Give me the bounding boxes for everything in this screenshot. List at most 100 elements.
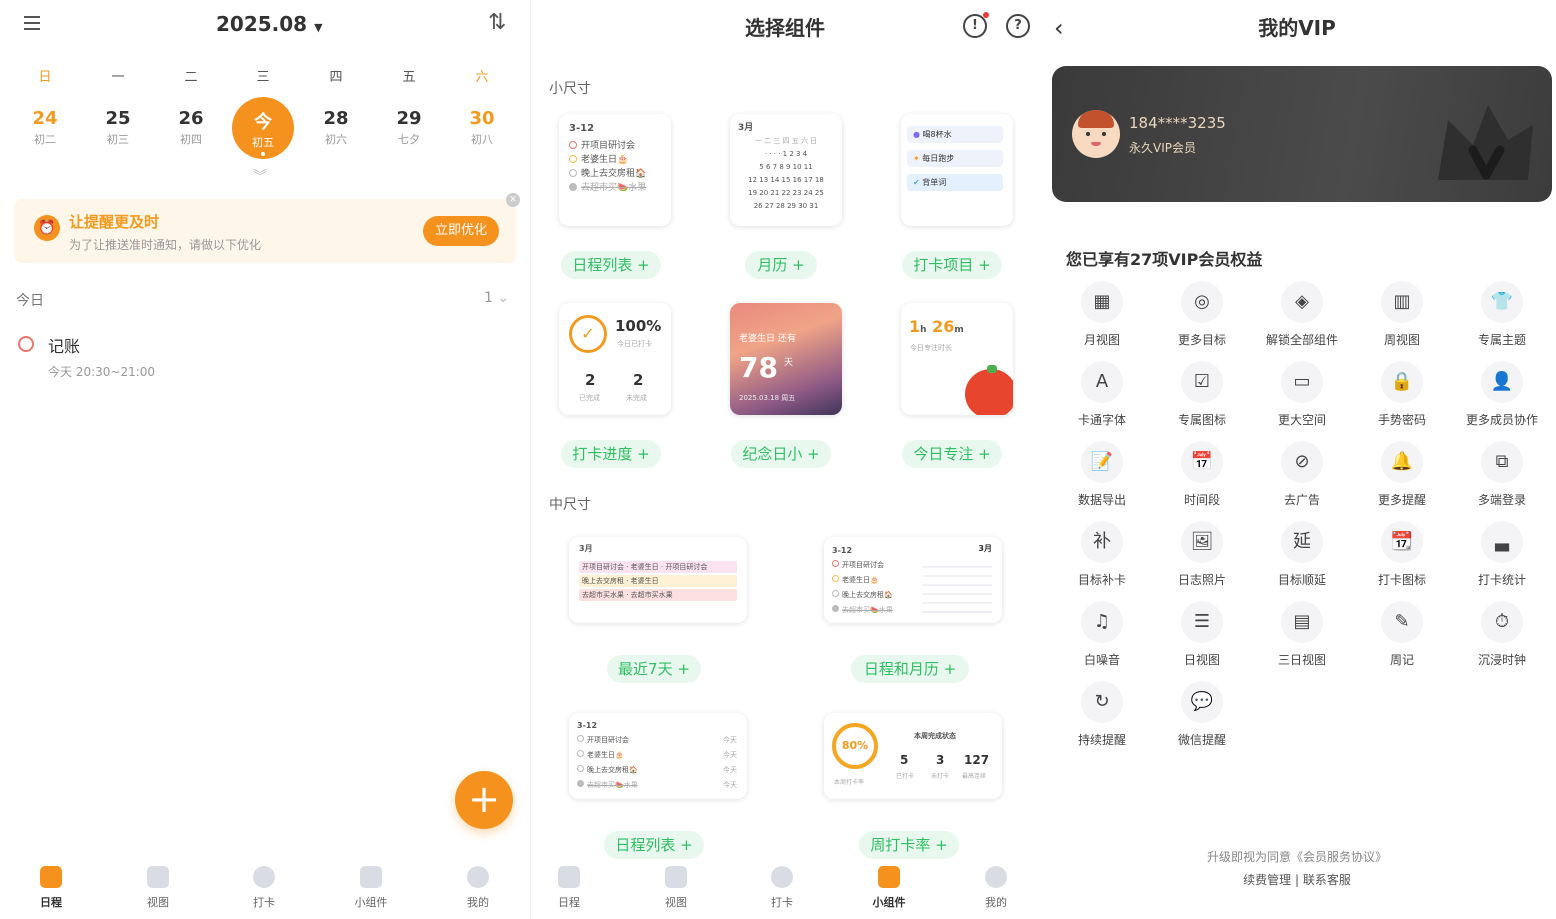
benefit-week-view[interactable]: ▥ 周视图 — [1352, 281, 1452, 348]
benefit-more-reminders[interactable]: 🔔 更多提醒 — [1352, 441, 1452, 508]
benefit-label: 周视图 — [1383, 333, 1420, 347]
task-title[interactable]: 记账 — [48, 333, 80, 357]
benefit-gesture-password[interactable]: 🔒 手势密码 — [1352, 361, 1452, 428]
benefit-weekly-journal[interactable]: ✎ 周记 — [1352, 601, 1452, 668]
add-widget-button[interactable]: 周打卡率 + — [859, 831, 959, 859]
tab-view[interactable]: 视图 — [123, 866, 193, 910]
benefit-cartoon-font[interactable]: A 卡通字体 — [1052, 361, 1152, 428]
tab-schedule[interactable]: 日程 — [16, 866, 86, 910]
schedule-icon — [40, 866, 62, 888]
widget-preview-schedule-medium[interactable]: 3-12 开项目研讨会 今天 老婆生日🎂 今天 晚上去交房租🏠 今天 去超市买🍉水果今… — [569, 713, 747, 799]
add-widget-button[interactable]: 日程和月历 + — [851, 655, 969, 683]
tab-widget[interactable]: 小组件 — [336, 866, 406, 910]
benefit-exclusive-theme[interactable]: 👕 专属主题 — [1452, 281, 1552, 348]
schedule-icon — [558, 866, 580, 888]
menu-icon[interactable] — [18, 12, 42, 34]
expand-chevron-icon[interactable]: ︾ — [253, 166, 273, 185]
weekday-fri: 五 — [402, 70, 416, 85]
day-cell-today[interactable]: 今初五 — [232, 97, 294, 159]
benefit-checkin-stats[interactable]: ▃ 打卡统计 — [1452, 521, 1552, 588]
benefit-label: 更大空间 — [1277, 413, 1326, 427]
add-widget-button[interactable]: 打卡进度 + — [561, 440, 661, 468]
benefit-day-view[interactable]: ☰ 日视图 — [1152, 601, 1252, 668]
sort-icon[interactable]: ⇅ — [488, 10, 506, 35]
alert-icon[interactable]: ! — [963, 14, 987, 38]
widget-preview-week[interactable]: 3月 开项目研讨会 · 老婆生日 · 开项目研讨会 晚上去交房租 · 老婆生日 … — [569, 537, 747, 623]
tab-mine[interactable]: 我的 — [443, 866, 513, 910]
section-count[interactable]: 1 ⌄ — [484, 290, 509, 306]
add-widget-button[interactable]: 月历 + — [745, 251, 817, 279]
benefit-focus-clock[interactable]: ⏱ 沉浸时钟 — [1452, 601, 1552, 668]
vip-phone: 184****3235 — [1129, 114, 1226, 132]
widget-preview-focus[interactable]: 1h 26m 今日专注时长 — [901, 303, 1013, 415]
day-cell[interactable]: 28 初六 — [306, 108, 366, 147]
benefit-goal-postpone[interactable]: 延目标顺延 — [1252, 521, 1352, 588]
benefit-wechat-reminder[interactable]: 💬 微信提醒 — [1152, 681, 1252, 748]
log-photos-icon: 🖼 — [1181, 521, 1223, 563]
benefit-unlock-widgets[interactable]: ◈ 解锁全部组件 — [1252, 281, 1352, 348]
benefit-multi-login[interactable]: ⧉ 多端登录 — [1452, 441, 1552, 508]
avatar[interactable] — [1072, 110, 1120, 158]
widget-preview-schedule[interactable]: 3-12 开项目研讨会 老婆生日🎂 晚上去交房租🏠 去超市买🍉水果 — [559, 114, 671, 226]
tab-checkin[interactable]: 打卡 — [747, 866, 817, 910]
add-widget-button[interactable]: 打卡项目 + — [902, 251, 1002, 279]
tab-widget[interactable]: 小组件 — [854, 866, 924, 910]
agreement-text[interactable]: 升级即视为同意《会员服务协议》 — [1038, 848, 1556, 865]
widget-preview-anniversary[interactable]: 老婆生日 还有 78 天 2025.03.18 周五 — [730, 303, 842, 415]
widget-preview-schedule-calendar[interactable]: 3-12 开项目研讨会 老婆生日🎂 晚上去交房租🏠 去超市买🍉水果 3月 — [824, 537, 1002, 623]
benefit-white-noise[interactable]: ♫ 白噪音 — [1052, 601, 1152, 668]
benefit-time-slot[interactable]: 📅 时间段 — [1152, 441, 1252, 508]
benefit-checkin-icons[interactable]: 📆 打卡图标 — [1352, 521, 1452, 588]
task-time: 今天 20:30~21:00 — [48, 365, 156, 379]
benefit-more-goals[interactable]: ◎ 更多目标 — [1152, 281, 1252, 348]
widget-preview-checkin[interactable]: ● 喝8杯水 ✦ 每日跑步 ✔ 背单词 — [901, 114, 1013, 226]
benefit-three-day-view[interactable]: ▤ 三日视图 — [1252, 601, 1352, 668]
close-icon[interactable]: ✕ — [506, 193, 520, 207]
benefit-label: 白噪音 — [1083, 653, 1120, 667]
help-icon[interactable]: ? — [1006, 14, 1030, 38]
add-widget-button[interactable]: 日程列表 + — [604, 831, 704, 859]
footer-links[interactable]: 续费管理 | 联系客服 — [1038, 871, 1556, 888]
benefit-more-space[interactable]: ▭ 更大空间 — [1252, 361, 1352, 428]
add-widget-button[interactable]: 日程列表 + — [561, 251, 661, 279]
weekday-sun: 日 — [38, 70, 52, 85]
month-label: 2025.08 — [216, 12, 308, 36]
checkin-icon — [253, 866, 275, 888]
optimize-button[interactable]: 立即优化 — [423, 216, 499, 246]
more-goals-icon: ◎ — [1181, 281, 1223, 323]
add-widget-button[interactable]: 最近7天 + — [607, 655, 701, 683]
day-cell[interactable]: 25 初三 — [88, 108, 148, 147]
day-cell[interactable]: 29 七夕 — [379, 108, 439, 147]
day-cell[interactable]: 26 初四 — [161, 108, 221, 147]
benefit-persistent-reminder[interactable]: ↻ 持续提醒 — [1052, 681, 1152, 748]
widget-preview-calendar[interactable]: 3月 一 二 三 四 五 六 日 · · · · 1 2 3 4 5 6 7 8… — [730, 114, 842, 226]
schedule-screen: 2025.08 ▼ ⇅ 日 一 二 三 四 五 六 24 初二 25 初三 26 初四… — [0, 0, 530, 919]
widget-picker-screen: 选择组件 ! ? 小尺寸 3-12 开项目研讨会 老婆生日🎂 晚上去交房租🏠 去… — [530, 0, 1038, 919]
benefit-log-photos[interactable]: 🖼 日志照片 — [1152, 521, 1252, 588]
tab-mine[interactable]: 我的 — [961, 866, 1031, 910]
notification-dot — [983, 12, 989, 18]
day-cell[interactable]: 24 初二 — [15, 108, 75, 147]
task-checkbox[interactable] — [18, 336, 34, 352]
tomato-icon — [965, 369, 1013, 415]
tab-schedule[interactable]: 日程 — [534, 866, 604, 910]
tab-checkin[interactable]: 打卡 — [229, 866, 299, 910]
month-selector[interactable]: 2025.08 ▼ — [216, 12, 323, 36]
add-widget-button[interactable]: 今日专注 + — [902, 440, 1002, 468]
benefit-exclusive-icons[interactable]: ☑ 专属图标 — [1152, 361, 1252, 428]
benefit-month-view[interactable]: ▦ 月视图 — [1052, 281, 1152, 348]
goal-postpone-icon: 延 — [1281, 521, 1323, 563]
benefit-no-ads[interactable]: ⊘ 去广告 — [1252, 441, 1352, 508]
banner-subtitle: 为了让推送准时通知，请做以下优化 — [69, 238, 262, 252]
benefit-data-export[interactable]: 📝 数据导出 — [1052, 441, 1152, 508]
white-noise-icon: ♫ — [1081, 601, 1123, 643]
add-widget-button[interactable]: 纪念日小 + — [731, 440, 831, 468]
day-cell[interactable]: 30 初八 — [452, 108, 512, 147]
widget-preview-progress[interactable]: ✓ 100% 今日已打卡 2 已完成 2 未完成 — [559, 303, 671, 415]
tab-view[interactable]: 视图 — [641, 866, 711, 910]
benefit-member-collab[interactable]: 👤 更多成员协作 — [1452, 361, 1552, 428]
add-button[interactable]: + — [455, 771, 513, 829]
section-small: 小尺寸 — [549, 81, 591, 97]
benefit-goal-makeup[interactable]: 补目标补卡 — [1052, 521, 1152, 588]
widget-preview-weekly-rate[interactable]: 80% 本周打卡率 本周完成状态 5 已打卡 3 未打卡 127 最高连续 — [824, 713, 1002, 799]
